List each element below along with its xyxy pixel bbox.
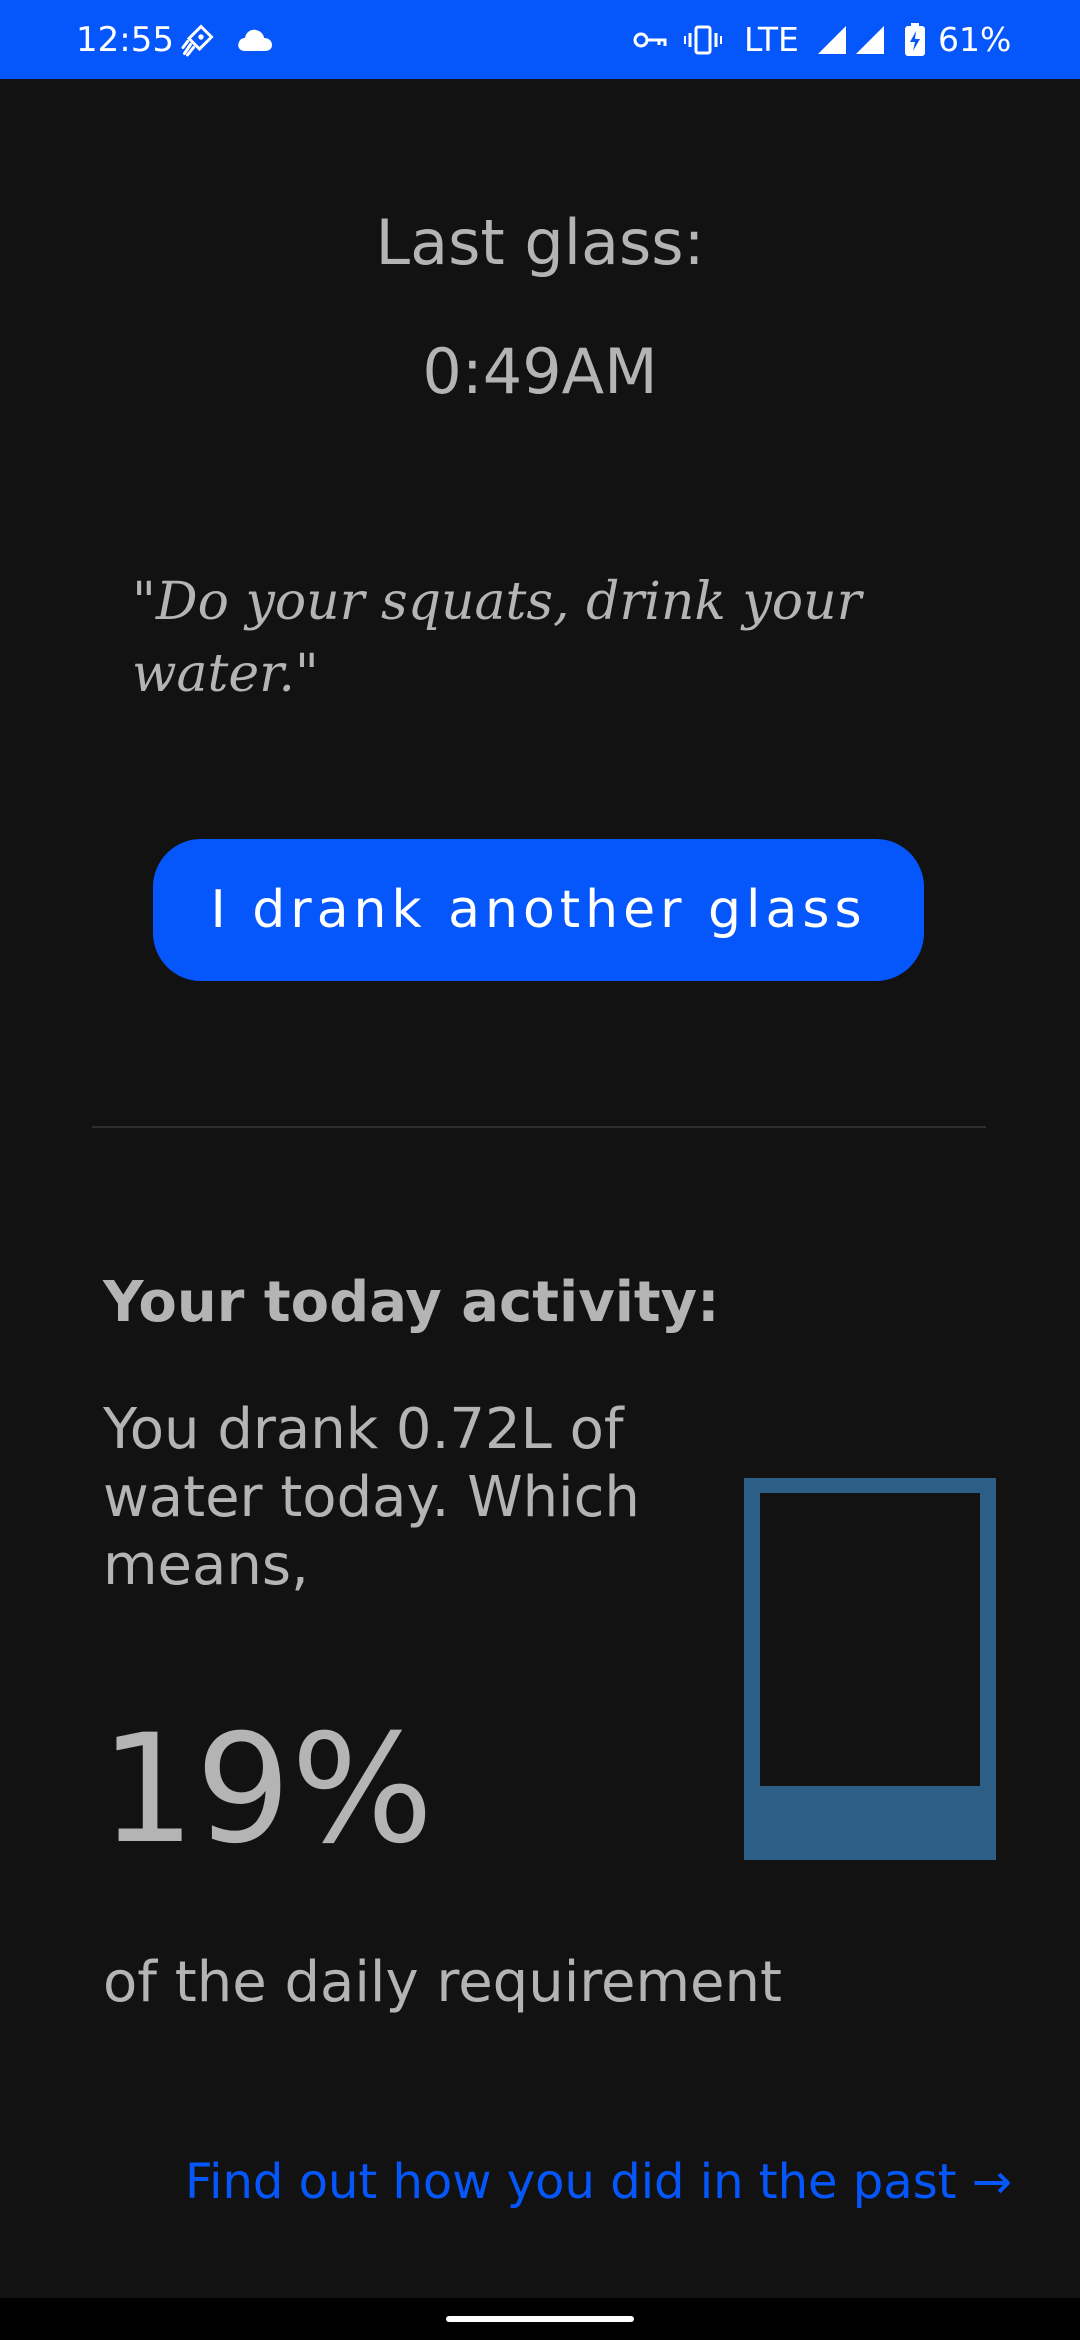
activity-heading: Your today activity:	[103, 1270, 720, 1335]
daily-percent: 19%	[100, 1703, 434, 1877]
signal-icon-2	[854, 20, 886, 60]
home-indicator[interactable]	[446, 2316, 634, 2322]
last-glass-time: 0:49AM	[422, 335, 658, 408]
past-history-link[interactable]: Find out how you did in the past →	[185, 2152, 1012, 2212]
battery-percent: 61%	[938, 20, 1012, 59]
requirement-text: of the daily requirement	[103, 1950, 782, 2015]
motivational-quote: "Do your squats, drink your water."	[132, 572, 862, 704]
water-glass-indicator	[744, 1478, 996, 1860]
last-glass-label: Last glass:	[375, 206, 705, 279]
signal-icon	[816, 20, 848, 60]
glass-empty-area	[760, 1493, 980, 1786]
drink-glass-button[interactable]: I drank another glass	[153, 839, 924, 981]
status-time: 12:55	[76, 20, 174, 60]
battery-charging-icon	[904, 20, 926, 60]
vpn-key-icon	[632, 20, 668, 60]
cloud-icon	[236, 20, 274, 60]
network-type: LTE	[744, 20, 799, 59]
navigation-bar	[0, 2298, 1080, 2340]
divider	[92, 1126, 986, 1128]
vibrate-icon	[684, 20, 722, 60]
rocket-icon	[180, 20, 216, 60]
activity-summary: You drank 0.72L of water today. Which me…	[103, 1397, 640, 1598]
status-bar: 12:55 LTE 61%	[0, 0, 1080, 79]
